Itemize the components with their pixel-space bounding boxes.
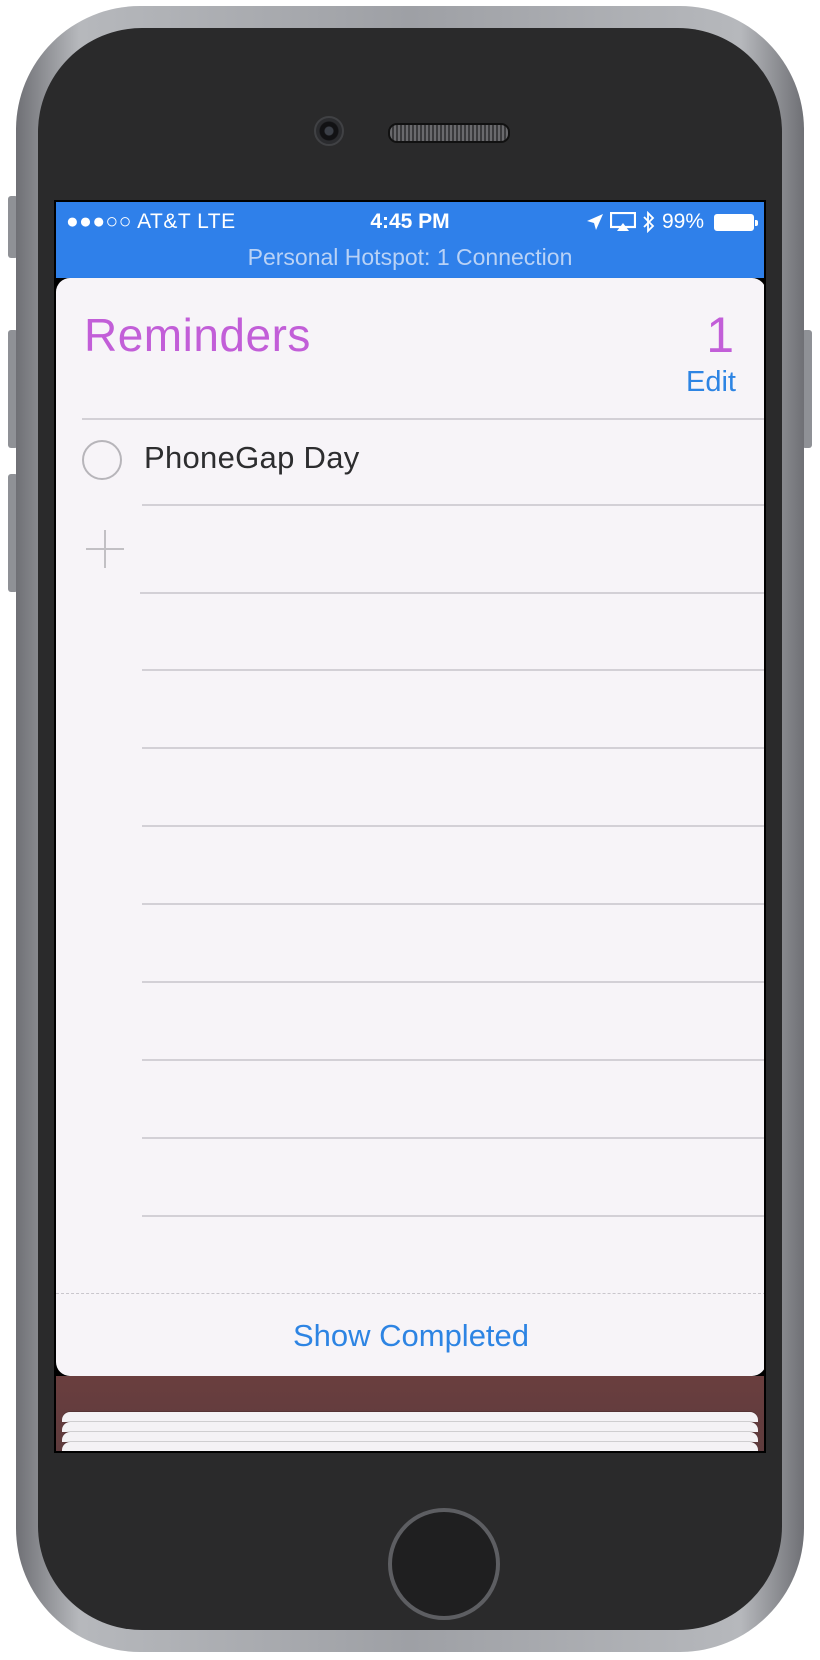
row-divider	[142, 747, 764, 749]
lists-stack-background	[56, 1376, 764, 1451]
home-button[interactable]	[388, 1508, 500, 1620]
row-divider	[140, 592, 764, 594]
battery-icon	[714, 213, 758, 231]
earpiece-speaker	[388, 123, 510, 143]
stacked-list[interactable]	[62, 1412, 758, 1422]
phone-screen: ●●●○○ AT&T LTE 4:45 PM 99% Personal Hots…	[54, 200, 766, 1453]
reminders-list-card: Reminders 1 Edit PhoneGap Day Show Compl…	[56, 278, 764, 1376]
header-divider	[82, 418, 764, 420]
list-title: Reminders	[84, 309, 311, 361]
status-bar[interactable]: ●●●○○ AT&T LTE 4:45 PM 99% Personal Hots…	[56, 202, 764, 278]
row-divider	[142, 504, 764, 506]
reminder-checkbox[interactable]	[82, 440, 122, 480]
row-divider	[142, 903, 764, 905]
battery-percent: 99%	[661, 210, 704, 233]
show-completed-button[interactable]: Show Completed	[56, 1318, 764, 1354]
edit-button[interactable]: Edit	[686, 366, 736, 399]
stacked-list[interactable]	[62, 1422, 758, 1432]
stacked-list[interactable]	[62, 1442, 758, 1451]
status-right: 99%	[586, 210, 758, 234]
reminder-count: 1	[706, 307, 734, 363]
reminder-item-text[interactable]: PhoneGap Day	[144, 440, 360, 476]
airplay-icon	[609, 212, 636, 231]
hotspot-banner[interactable]: Personal Hotspot: 1 Connection	[56, 244, 764, 271]
row-divider	[142, 1215, 764, 1217]
stacked-list[interactable]	[62, 1432, 758, 1442]
row-divider	[142, 1137, 764, 1139]
front-camera	[314, 116, 344, 146]
row-divider	[142, 1059, 764, 1061]
row-divider	[142, 825, 764, 827]
footer-divider	[56, 1293, 764, 1294]
row-divider	[142, 669, 764, 671]
plus-icon[interactable]	[86, 530, 124, 568]
row-divider	[142, 981, 764, 983]
location-arrow-icon	[586, 214, 603, 230]
bluetooth-icon	[643, 211, 655, 233]
